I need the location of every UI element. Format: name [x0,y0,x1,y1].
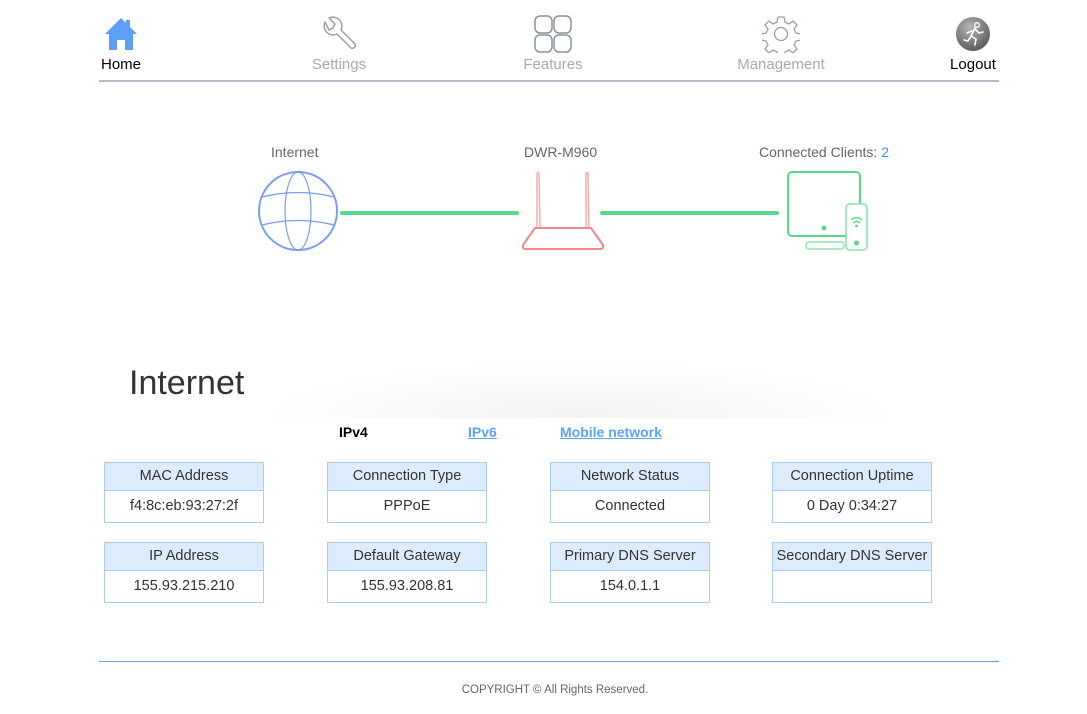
nav-item-logout[interactable]: Logout [947,14,999,73]
internet-link-line [340,211,519,215]
tab-mobile-network[interactable]: Mobile network [560,424,662,440]
nav-label-features: Features [523,56,583,73]
nav-item-settings[interactable]: Settings [304,14,374,73]
top-navigation: Home Settings Features Management Logout [99,0,999,82]
card-value: 155.93.215.210 [133,578,235,594]
info-card-secondary-dns: Secondary DNS Server [772,542,932,603]
tab-ipv6[interactable]: IPv6 [468,424,497,440]
grid-icon [518,14,588,54]
footer-divider [99,661,999,662]
card-value: f4:8c:eb:93:27:2f [129,498,239,514]
wrench-icon [304,14,374,54]
connected-clients-text: Connected Clients: [759,144,882,160]
info-card-network-status: Network Status Connected [550,462,710,523]
card-value [773,571,931,602]
info-card-ip-address: IP Address 155.93.215.210 [104,542,264,603]
info-card-connection-type: Connection Type PPPoE [327,462,487,523]
card-label: Connection Uptime [773,463,931,491]
info-card-default-gateway: Default Gateway 155.93.208.81 [327,542,487,603]
info-card-mac-address: MAC Address f4:8c:eb:93:27:2f [104,462,264,523]
info-card-connection-uptime: Connection Uptime 0 Day 0:34:27 [772,462,932,523]
clients-devices-icon[interactable] [786,170,870,259]
nav-item-home[interactable]: Home [99,14,143,73]
nav-item-management[interactable]: Management [731,14,831,73]
card-value: 155.93.208.81 [360,578,454,594]
card-value: 154.0.1.1 [599,578,661,594]
device-label: DWR-M960 [524,144,598,160]
card-label: MAC Address [105,463,263,491]
info-card-primary-dns: Primary DNS Server 154.0.1.1 [550,542,710,603]
card-label: Default Gateway [328,543,486,571]
router-icon[interactable] [521,170,605,257]
card-label: IP Address [105,543,263,571]
card-label: Connection Type [328,463,486,491]
internet-label: Internet [271,144,319,160]
tab-ipv4[interactable]: IPv4 [339,424,368,440]
connected-clients-label: Connected Clients: 2 [759,144,889,160]
section-title: Internet [129,364,245,402]
nav-item-features[interactable]: Features [518,14,588,73]
home-icon [99,14,143,54]
nav-label-home: Home [100,56,141,73]
connected-clients-count[interactable]: 2 [881,144,889,160]
nav-label-settings: Settings [311,56,367,73]
gear-icon [731,14,831,54]
card-label: Network Status [551,463,709,491]
nav-label-logout: Logout [950,56,996,73]
copyright-text: COPYRIGHT © All Rights Reserved. [461,684,649,696]
running-man-icon [947,14,999,54]
card-label: Secondary DNS Server [773,543,931,571]
card-value: 0 Day 0:34:27 [806,498,898,514]
header-glow [260,362,900,418]
clients-link-line [600,211,779,215]
card-value: PPPoE [383,498,431,514]
nav-label-management: Management [737,56,825,73]
globe-icon[interactable] [257,170,339,257]
card-label: Primary DNS Server [551,543,709,571]
card-value: Connected [594,498,666,514]
